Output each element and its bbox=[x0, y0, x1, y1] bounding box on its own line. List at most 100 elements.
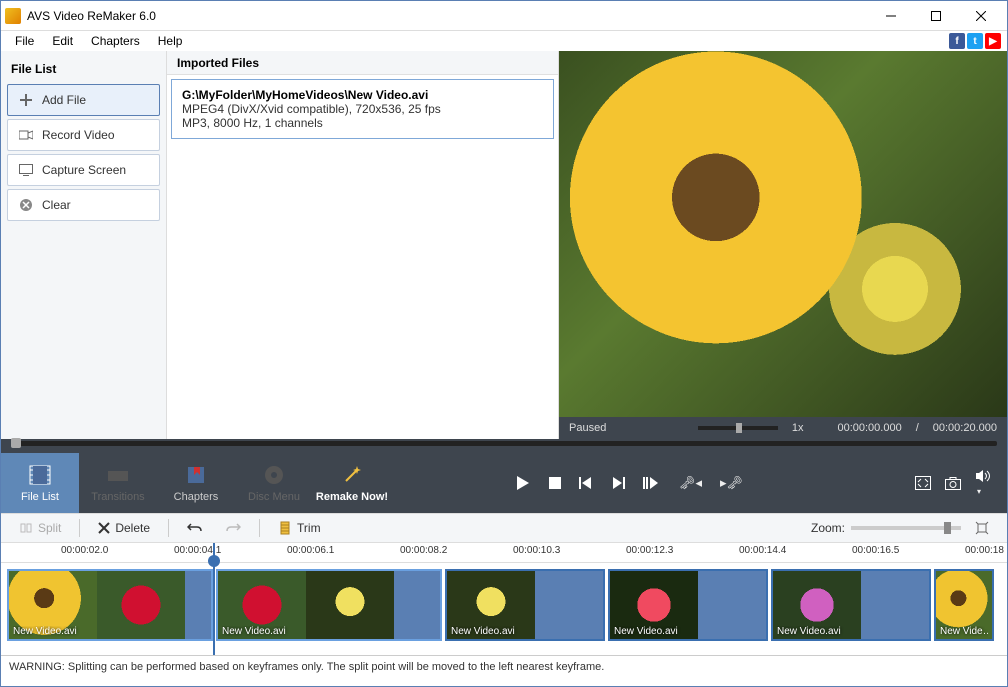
zoom-slider[interactable] bbox=[851, 526, 961, 530]
playhead[interactable] bbox=[213, 543, 215, 655]
capture-screen-button[interactable]: Capture Screen bbox=[7, 154, 160, 186]
imported-files-panel: Imported Files G:\MyFolder\MyHomeVideos\… bbox=[167, 51, 559, 439]
menu-bar: File Edit Chapters Help f t ▶ bbox=[1, 31, 1007, 51]
clip-label: New Video.avi bbox=[451, 626, 599, 637]
fullscreen-button[interactable] bbox=[915, 476, 931, 490]
speed-slider[interactable] bbox=[698, 426, 778, 430]
snapshot-button[interactable] bbox=[945, 477, 961, 490]
add-file-label: Add File bbox=[42, 93, 86, 107]
menu-help[interactable]: Help bbox=[150, 32, 191, 50]
preview-status-bar: Paused 1x 00:00:00.000 / 00:00:20.000 bbox=[559, 417, 1007, 439]
fit-icon bbox=[975, 521, 989, 535]
app-title: AVS Video ReMaker 6.0 bbox=[27, 9, 868, 23]
ruler-tick: 00:00:12.3 bbox=[626, 545, 673, 556]
redo-button[interactable] bbox=[217, 518, 249, 538]
twitter-icon[interactable]: t bbox=[967, 33, 983, 49]
facebook-icon[interactable]: f bbox=[949, 33, 965, 49]
preview-panel: Paused 1x 00:00:00.000 / 00:00:20.000 bbox=[559, 51, 1007, 439]
seek-bar-row bbox=[1, 439, 1007, 453]
record-video-button[interactable]: Record Video bbox=[7, 119, 160, 151]
remake-now-label: Remake Now! bbox=[316, 491, 388, 503]
preview-video[interactable] bbox=[559, 51, 1007, 417]
remake-now-button[interactable]: Remake Now! bbox=[313, 453, 391, 513]
x-icon bbox=[98, 522, 110, 534]
timeline-clip[interactable]: New Vide… bbox=[934, 569, 994, 641]
trim-label: Trim bbox=[297, 521, 321, 535]
ruler-tick: 00:00:10.3 bbox=[513, 545, 560, 556]
clip-label: New Video.avi bbox=[614, 626, 762, 637]
menu-chapters[interactable]: Chapters bbox=[83, 32, 148, 50]
tab-chapters[interactable]: Chapters bbox=[157, 453, 235, 513]
preview-frame bbox=[559, 51, 1007, 417]
step-button[interactable] bbox=[643, 477, 661, 489]
clear-button[interactable]: Clear bbox=[7, 189, 160, 221]
tab-transitions[interactable]: Transitions bbox=[79, 453, 157, 513]
undo-icon bbox=[187, 521, 203, 535]
ruler-tick: 00:00:02.0 bbox=[61, 545, 108, 556]
transitions-icon bbox=[106, 463, 130, 487]
volume-button[interactable]: ▾ bbox=[975, 469, 993, 497]
timeline-clip[interactable]: New Video.avi bbox=[608, 569, 768, 641]
status-text: WARNING: Splitting can be performed base… bbox=[9, 661, 604, 673]
camera-icon bbox=[18, 127, 34, 143]
delete-label: Delete bbox=[115, 521, 150, 535]
tab-disc-menu[interactable]: Disc Menu bbox=[235, 453, 313, 513]
maximize-button[interactable] bbox=[913, 2, 958, 30]
timeline-clip[interactable]: New Video.avi bbox=[445, 569, 605, 641]
delete-button[interactable]: Delete bbox=[90, 518, 158, 538]
ruler-tick: 00:00:14.4 bbox=[739, 545, 786, 556]
add-file-button[interactable]: Add File bbox=[7, 84, 160, 116]
time-duration: 00:00:20.000 bbox=[933, 422, 997, 434]
speed-label: 1x bbox=[792, 422, 804, 434]
zoom-label: Zoom: bbox=[811, 521, 845, 535]
tab-chapters-label: Chapters bbox=[174, 491, 219, 503]
x-circle-icon bbox=[18, 197, 34, 213]
timeline-clip[interactable]: New Video.avi bbox=[7, 569, 213, 641]
timeline-clip[interactable]: New Video.avi bbox=[771, 569, 931, 641]
file-video-meta: MPEG4 (DivX/Xvid compatible), 720x536, 2… bbox=[182, 102, 543, 116]
tab-disc-menu-label: Disc Menu bbox=[248, 491, 300, 503]
imported-files-header: Imported Files bbox=[167, 51, 558, 75]
undo-button[interactable] bbox=[179, 518, 211, 538]
timeline-clip[interactable]: New Video.avi bbox=[216, 569, 442, 641]
clip-label: New Video.avi bbox=[222, 626, 436, 637]
edit-bar: Split Delete Trim Zoom: bbox=[1, 513, 1007, 543]
minimize-button[interactable] bbox=[868, 2, 913, 30]
tab-transitions-label: Transitions bbox=[91, 491, 144, 503]
seek-bar[interactable] bbox=[11, 441, 997, 446]
clip-label: New Video.avi bbox=[13, 626, 207, 637]
title-bar: AVS Video ReMaker 6.0 bbox=[1, 1, 1007, 31]
play-button[interactable] bbox=[515, 475, 531, 491]
menu-file[interactable]: File bbox=[7, 32, 42, 50]
split-button[interactable]: Split bbox=[11, 518, 69, 538]
filmstrip-icon bbox=[28, 463, 52, 487]
timeline-ruler[interactable]: 00:00:02.000:00:04.100:00:06.100:00:08.2… bbox=[1, 543, 1007, 563]
preview-extra-controls: ▾ bbox=[867, 469, 1007, 497]
ruler-tick: 00:00:18 bbox=[965, 545, 1004, 556]
ruler-tick: 00:00:08.2 bbox=[400, 545, 447, 556]
zoom-fit-button[interactable] bbox=[967, 518, 997, 538]
trim-icon bbox=[278, 521, 292, 535]
redo-icon bbox=[225, 521, 241, 535]
prev-button[interactable] bbox=[579, 477, 593, 489]
file-list-panel: File List Add File Record Video Capture … bbox=[1, 51, 167, 439]
next-button[interactable] bbox=[611, 477, 625, 489]
close-button[interactable] bbox=[958, 2, 1003, 30]
menu-edit[interactable]: Edit bbox=[44, 32, 81, 50]
marker-prev-button[interactable]: 🗝◂ bbox=[679, 475, 702, 491]
timeline-clips: New Video.avi New Video.avi New Video.avi N… bbox=[1, 569, 1007, 641]
playback-state: Paused bbox=[569, 422, 606, 434]
timeline[interactable]: 00:00:02.000:00:04.100:00:06.100:00:08.2… bbox=[1, 543, 1007, 655]
seek-thumb[interactable] bbox=[11, 438, 21, 448]
trim-button[interactable]: Trim bbox=[270, 518, 329, 538]
youtube-icon[interactable]: ▶ bbox=[985, 33, 1001, 49]
playback-controls: 🗝◂ ▸🗝 bbox=[391, 475, 867, 491]
marker-next-button[interactable]: ▸🗝 bbox=[720, 475, 743, 491]
time-position: 00:00:00.000 bbox=[837, 422, 901, 434]
clip-label: New Vide… bbox=[940, 626, 988, 637]
tab-file-list[interactable]: File List bbox=[1, 453, 79, 513]
imported-file-row[interactable]: G:\MyFolder\MyHomeVideos\New Video.avi M… bbox=[171, 79, 554, 139]
disc-icon bbox=[262, 463, 286, 487]
stop-button[interactable] bbox=[549, 477, 561, 489]
monitor-icon bbox=[18, 162, 34, 178]
